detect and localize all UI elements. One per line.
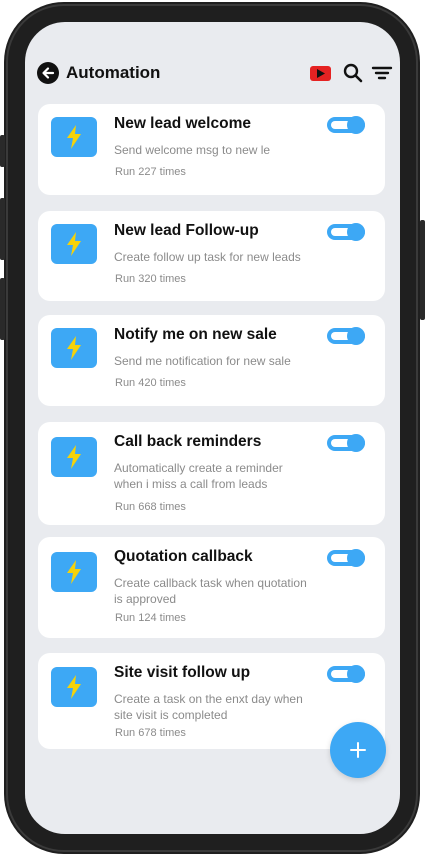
back-arrow-icon[interactable]	[37, 62, 59, 84]
youtube-icon[interactable]	[310, 66, 331, 81]
card-description: Send me notification for new sale	[114, 354, 291, 368]
automation-card-new-lead-welcome[interactable]: New lead welcome Send welcome msg to new…	[38, 104, 385, 195]
volume-up-button	[0, 198, 5, 260]
enable-toggle[interactable]	[327, 116, 365, 134]
automation-card-new-lead-follow-up[interactable]: New lead Follow-up Create follow up task…	[38, 211, 385, 301]
page-title: Automation	[66, 63, 161, 82]
automation-card-quotation-callback[interactable]: Quotation callback Create callback task …	[38, 537, 385, 638]
run-count: Run 668 times	[115, 501, 186, 513]
plus-icon	[350, 742, 366, 758]
lightning-icon	[51, 117, 97, 157]
enable-toggle[interactable]	[327, 327, 365, 345]
card-description: Create a task on the enxt day when site …	[114, 692, 303, 722]
add-automation-button[interactable]	[330, 722, 386, 778]
run-count: Run 227 times	[115, 166, 186, 178]
automation-card-call-back-reminders[interactable]: Call back reminders Automatically create…	[38, 422, 385, 525]
enable-toggle[interactable]	[327, 665, 365, 683]
volume-down-button	[0, 278, 5, 340]
run-count: Run 320 times	[115, 273, 186, 285]
card-description: Create callback task when quotation is a…	[114, 576, 307, 606]
card-title: New lead welcome	[114, 115, 251, 132]
lightning-icon	[51, 224, 97, 264]
lightning-icon	[51, 667, 97, 707]
power-button	[420, 220, 425, 320]
filter-icon[interactable]	[371, 62, 393, 84]
search-icon[interactable]	[342, 62, 364, 84]
card-title: New lead Follow-up	[114, 222, 259, 239]
card-title: Call back reminders	[114, 433, 262, 450]
automation-card-site-visit-follow-up[interactable]: Site visit follow up Create a task on th…	[38, 653, 385, 749]
automation-card-notify-new-sale[interactable]: Notify me on new sale Send me notificati…	[38, 315, 385, 406]
card-description: Send welcome msg to new le	[114, 143, 271, 157]
enable-toggle[interactable]	[327, 434, 365, 452]
app-screen: Automation New lead welcome Send welcome…	[25, 22, 400, 834]
run-count: Run 420 times	[115, 377, 186, 389]
lightning-icon	[51, 437, 97, 477]
card-title: Quotation callback	[114, 548, 253, 565]
card-description: Automatically create a reminder when i m…	[114, 461, 283, 491]
run-count: Run 678 times	[115, 727, 186, 739]
enable-toggle[interactable]	[327, 549, 365, 567]
run-count: Run 124 times	[115, 612, 186, 624]
card-title: Site visit follow up	[114, 664, 251, 681]
lightning-icon	[51, 328, 97, 368]
enable-toggle[interactable]	[327, 223, 365, 241]
lightning-icon	[51, 552, 97, 592]
side-button	[0, 135, 5, 167]
card-title: Notify me on new sale	[114, 326, 277, 343]
top-bar: Automation	[25, 57, 400, 89]
card-description: Create follow up task for new leads	[114, 250, 301, 264]
